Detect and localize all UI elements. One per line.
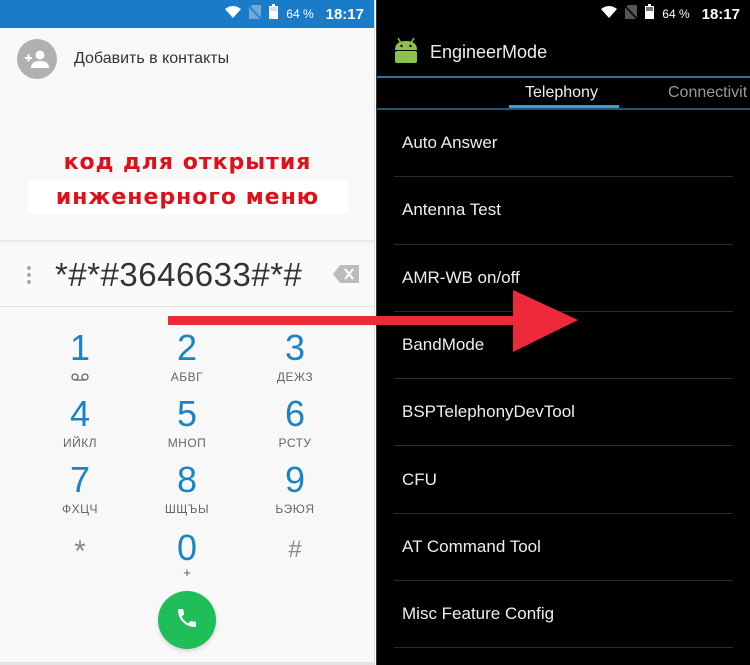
- key-digit: 6: [284, 393, 306, 434]
- menu-item-misc-feature-config[interactable]: Misc Feature Config: [394, 581, 733, 649]
- key-6[interactable]: 6 РСТУ: [240, 393, 350, 451]
- menu-item-antenna-test[interactable]: Antenna Test: [394, 177, 733, 245]
- menu-item-bandmode[interactable]: BandMode: [394, 312, 733, 380]
- key-digit: 1: [69, 327, 91, 368]
- key-5[interactable]: 5 МНОП: [132, 393, 242, 451]
- divider: [0, 240, 374, 244]
- clock: 18:17: [701, 5, 740, 23]
- status-bar: 64 % 18:17: [377, 0, 750, 28]
- key-3[interactable]: 3 ДЕЖЗ: [240, 327, 350, 385]
- key-letters: ИЙКЛ: [62, 436, 98, 450]
- key-1[interactable]: 1: [25, 328, 135, 384]
- menu-item-bsp-telephony-dev-tool[interactable]: BSPTelephonyDevTool: [394, 379, 733, 447]
- battery-percent: 64 %: [662, 7, 690, 21]
- voicemail-icon: [25, 370, 135, 384]
- key-letters: МНОП: [167, 436, 207, 450]
- key-digit: 0: [176, 527, 198, 568]
- key-9[interactable]: 9 ЬЭЮЯ: [240, 459, 350, 517]
- battery-icon: [645, 4, 655, 24]
- app-bar: EngineerMode: [377, 28, 750, 76]
- key-digit: 5: [176, 393, 198, 434]
- no-sim-icon: [624, 4, 638, 24]
- menu-item-amr-wb[interactable]: AMR-WB on/off: [394, 245, 733, 312]
- key-0[interactable]: 0 +: [132, 527, 242, 580]
- key-digit: #: [288, 536, 302, 563]
- key-2[interactable]: 2 АБВГ: [132, 327, 242, 385]
- phone-icon: [175, 606, 199, 635]
- key-digit: 2: [176, 327, 198, 368]
- divider: [377, 108, 750, 110]
- key-letters: ФХЦЧ: [61, 502, 98, 516]
- key-letters: ШЩЪЫ: [164, 502, 210, 516]
- caption-line-2: инженерного меню: [55, 185, 320, 210]
- overflow-menu-icon[interactable]: [27, 266, 33, 284]
- tab-connectivity[interactable]: Connectivit: [668, 84, 747, 102]
- dialed-number-field[interactable]: *#*#3646633#*#: [0, 246, 374, 304]
- key-7[interactable]: 7 ФХЦЧ: [25, 459, 135, 517]
- status-bar: 64 % 18:17: [0, 0, 374, 28]
- battery-percent: 64 %: [286, 7, 314, 21]
- key-digit: 9: [284, 459, 306, 500]
- key-digit: 7: [69, 459, 91, 500]
- telephony-menu: Auto Answer Antenna Test AMR-WB on/off B…: [377, 110, 750, 649]
- key-digit: 8: [176, 459, 198, 500]
- key-8[interactable]: 8 ШЩЪЫ: [132, 459, 242, 517]
- add-to-contacts-row[interactable]: Добавить в контакты: [0, 28, 374, 90]
- key-plus: +: [183, 565, 191, 580]
- divider: [0, 306, 374, 307]
- instruction-caption: код для открытия инженерного меню: [0, 150, 374, 214]
- dialed-number[interactable]: *#*#3646633#*#: [55, 256, 302, 294]
- wifi-icon: [225, 5, 242, 23]
- dialer-screen: 64 % 18:17 Добавить в контакты код для о…: [0, 0, 375, 665]
- menu-item-auto-answer[interactable]: Auto Answer: [394, 110, 733, 178]
- key-digit: 4: [69, 393, 91, 434]
- tab-telephony[interactable]: Telephony: [525, 84, 598, 102]
- tab-bar: Telephony Connectivit: [377, 78, 750, 108]
- key-letters: ДЕЖЗ: [276, 370, 314, 384]
- no-sim-icon: [248, 4, 262, 24]
- add-to-contacts-label: Добавить в контакты: [74, 50, 230, 67]
- add-person-icon: [17, 39, 57, 79]
- key-letters: АБВГ: [170, 370, 204, 384]
- key-star[interactable]: *: [25, 532, 135, 572]
- key-4[interactable]: 4 ИЙКЛ: [25, 393, 135, 451]
- battery-icon: [269, 4, 279, 24]
- wifi-icon: [601, 5, 618, 23]
- clock: 18:17: [325, 5, 364, 23]
- engineer-mode-screen: 64 % 18:17 EngineerMode Telephony Connec…: [376, 0, 750, 665]
- key-hash[interactable]: #: [240, 530, 350, 570]
- call-button[interactable]: [158, 591, 216, 649]
- menu-item-cfu[interactable]: CFU: [394, 446, 733, 514]
- android-icon: [392, 36, 420, 69]
- key-digit: *: [74, 535, 86, 568]
- key-digit: 3: [284, 327, 306, 368]
- key-letters: ЬЭЮЯ: [275, 502, 315, 516]
- app-title: EngineerMode: [430, 41, 548, 62]
- key-letters: РСТУ: [278, 436, 312, 450]
- menu-item-at-command-tool[interactable]: AT Command Tool: [394, 514, 733, 582]
- backspace-icon[interactable]: [333, 265, 359, 288]
- caption-line-1: код для открытия: [63, 150, 312, 175]
